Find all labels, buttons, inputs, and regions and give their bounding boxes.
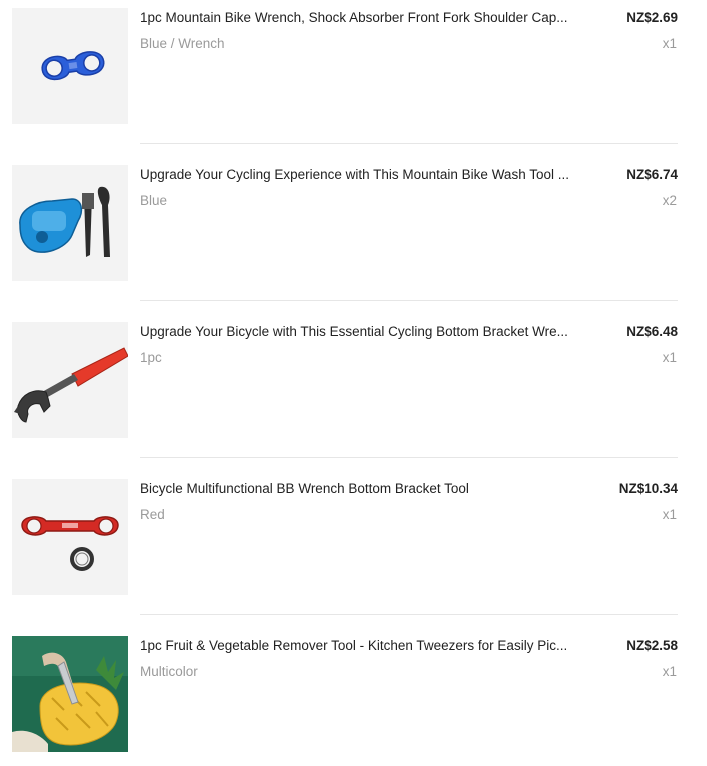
product-thumbnail[interactable]	[12, 479, 128, 595]
product-title[interactable]: Bicycle Multifunctional BB Wrench Bottom…	[140, 480, 580, 498]
product-price: NZ$2.69	[626, 10, 678, 25]
product-quantity: x1	[662, 36, 677, 51]
product-price: NZ$10.34	[618, 481, 678, 496]
order-item[interactable]: Upgrade Your Bicycle with This Essential…	[0, 314, 707, 471]
item-divider	[140, 614, 678, 615]
item-divider	[140, 457, 678, 458]
product-title[interactable]: 1pc Fruit & Vegetable Remover Tool - Kit…	[140, 637, 580, 655]
product-quantity: x1	[662, 350, 677, 365]
product-quantity: x1	[662, 664, 677, 679]
order-item-list: 1pc Mountain Bike Wrench, Shock Absorber…	[0, 0, 707, 766]
order-item[interactable]: Upgrade Your Cycling Experience with Thi…	[0, 157, 707, 314]
product-title[interactable]: Upgrade Your Bicycle with This Essential…	[140, 323, 580, 341]
product-variant: Blue	[140, 193, 168, 208]
order-item[interactable]: 1pc Mountain Bike Wrench, Shock Absorber…	[0, 0, 707, 157]
item-divider	[140, 300, 678, 301]
product-price: NZ$6.74	[626, 167, 678, 182]
order-item[interactable]: Bicycle Multifunctional BB Wrench Bottom…	[0, 471, 707, 628]
product-thumbnail[interactable]	[12, 636, 128, 752]
product-variant: Multicolor	[140, 664, 198, 679]
product-price: NZ$2.58	[626, 638, 678, 653]
product-thumbnail[interactable]	[12, 165, 128, 281]
product-variant: 1pc	[140, 350, 162, 365]
product-thumbnail[interactable]	[12, 8, 128, 124]
product-price: NZ$6.48	[626, 324, 678, 339]
bottom-bracket-wrench-icon	[12, 322, 128, 438]
product-quantity: x1	[662, 507, 677, 522]
product-variant: Blue / Wrench	[140, 36, 225, 51]
product-title[interactable]: Upgrade Your Cycling Experience with Thi…	[140, 166, 580, 184]
pineapple-tool-icon	[12, 636, 128, 752]
product-title[interactable]: 1pc Mountain Bike Wrench, Shock Absorber…	[140, 9, 580, 27]
chain-cleaner-brushes-icon	[12, 165, 128, 281]
product-quantity: x2	[662, 193, 677, 208]
red-bb-wrench-icon	[12, 479, 128, 595]
product-variant: Red	[140, 507, 165, 522]
blue-fork-wrench-icon	[12, 8, 128, 124]
order-item[interactable]: 1pc Fruit & Vegetable Remover Tool - Kit…	[0, 628, 707, 766]
product-thumbnail[interactable]	[12, 322, 128, 438]
item-divider	[140, 143, 678, 144]
